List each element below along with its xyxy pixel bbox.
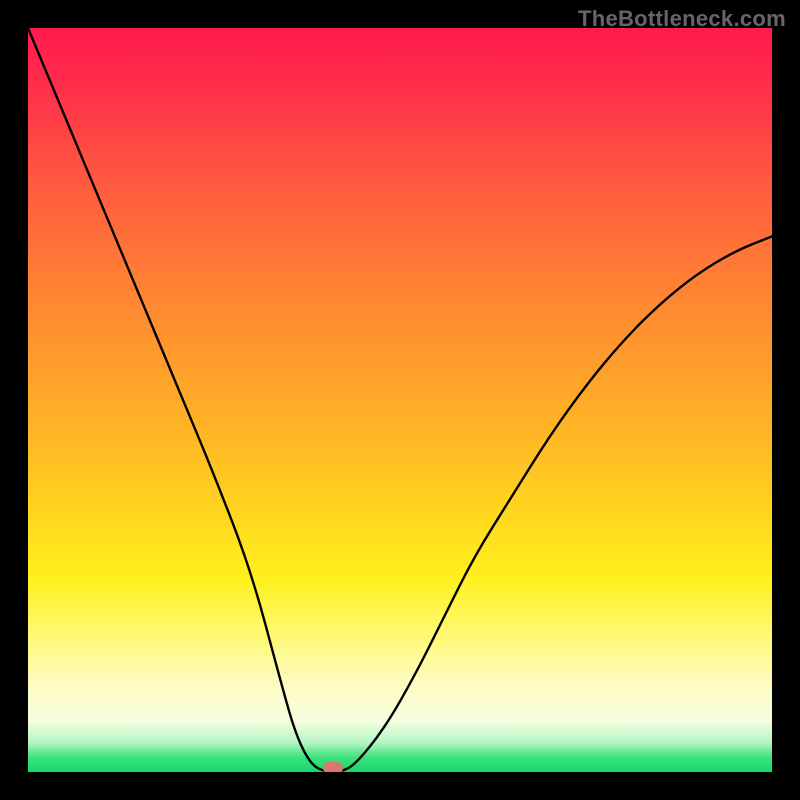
bottleneck-curve [28, 28, 772, 772]
optimal-point-marker [323, 762, 343, 772]
watermark-text: TheBottleneck.com [578, 6, 786, 32]
chart-frame: TheBottleneck.com [0, 0, 800, 800]
plot-area [28, 28, 772, 772]
